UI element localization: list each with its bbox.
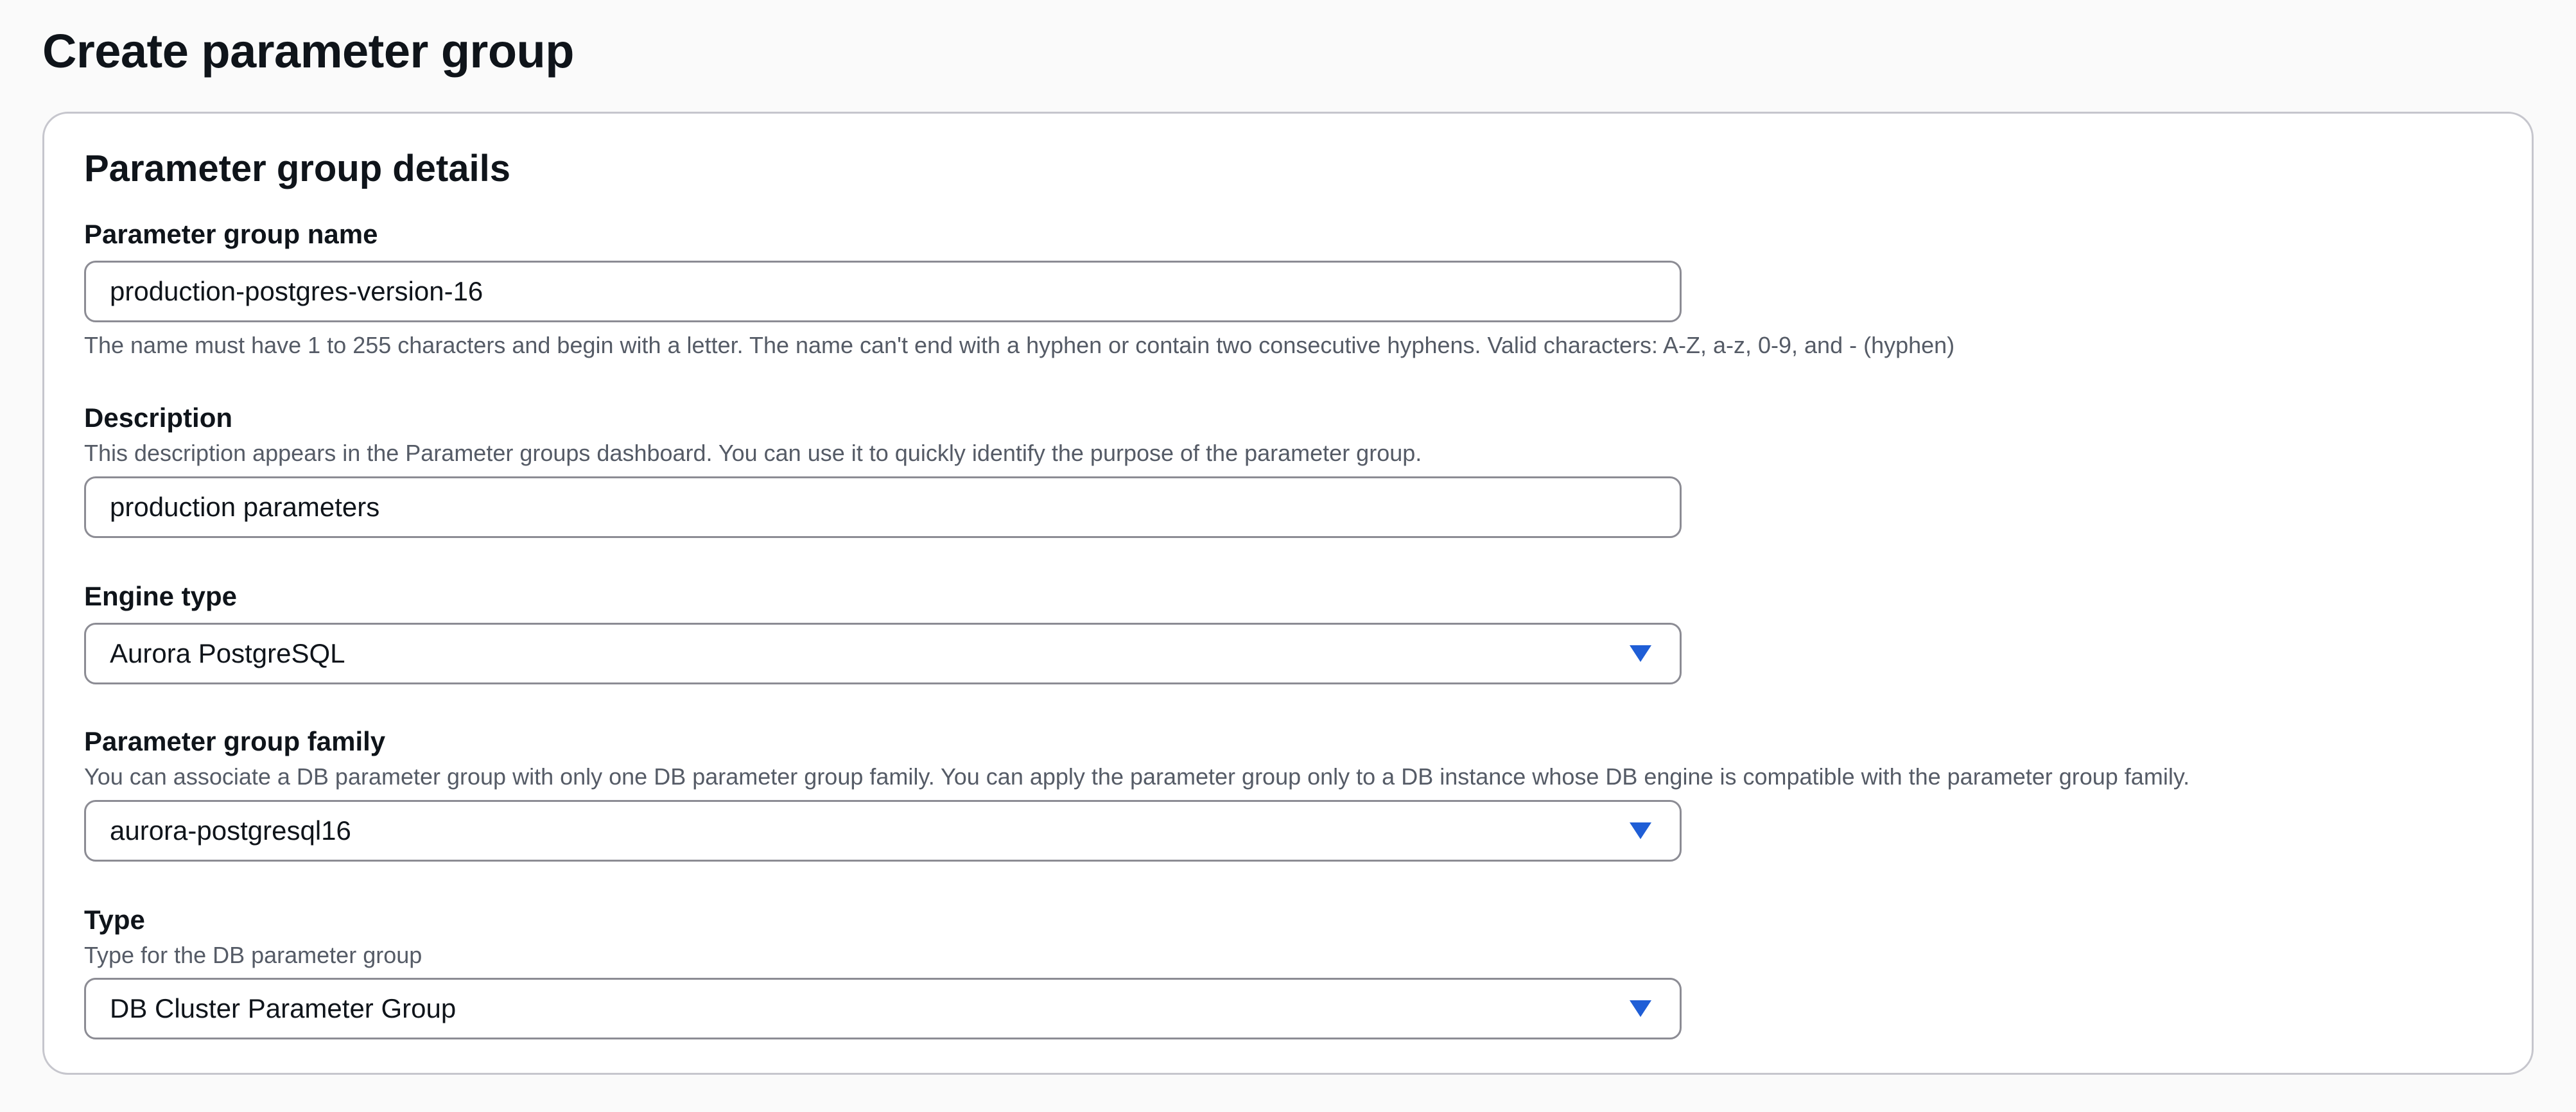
caret-down-icon xyxy=(1630,645,1651,662)
type-label: Type xyxy=(84,905,145,935)
description-help: This description appears in the Paramete… xyxy=(84,440,1422,466)
panel-title: Parameter group details xyxy=(84,148,510,189)
caret-down-icon xyxy=(1630,1000,1651,1017)
parameter-group-name-value: production-postgres-version-16 xyxy=(110,276,483,306)
parameter-group-family-help: You can associate a DB parameter group w… xyxy=(84,763,2190,790)
type-help: Type for the DB parameter group xyxy=(84,942,422,968)
type-selected-value: DB Cluster Parameter Group xyxy=(110,993,457,1023)
description-value: production parameters xyxy=(110,492,380,522)
description-input[interactable]: production parameters xyxy=(84,476,1682,538)
type-select[interactable]: DB Cluster Parameter Group xyxy=(84,978,1682,1039)
page-title: Create parameter group xyxy=(42,24,574,78)
parameter-group-name-hint: The name must have 1 to 255 characters a… xyxy=(84,332,1955,358)
engine-type-select[interactable]: Aurora PostgreSQL xyxy=(84,623,1682,684)
parameter-group-details-panel: Parameter group details Parameter group … xyxy=(42,112,2534,1075)
caret-down-icon xyxy=(1630,822,1651,839)
parameter-group-family-label: Parameter group family xyxy=(84,726,386,756)
engine-type-label: Engine type xyxy=(84,581,238,611)
parameter-group-family-selected-value: aurora-postgresql16 xyxy=(110,815,351,846)
engine-type-selected-value: Aurora PostgreSQL xyxy=(110,638,345,668)
parameter-group-name-label: Parameter group name xyxy=(84,219,378,249)
parameter-group-family-select[interactable]: aurora-postgresql16 xyxy=(84,800,1682,862)
description-label: Description xyxy=(84,403,233,433)
parameter-group-name-input[interactable]: production-postgres-version-16 xyxy=(84,261,1682,322)
